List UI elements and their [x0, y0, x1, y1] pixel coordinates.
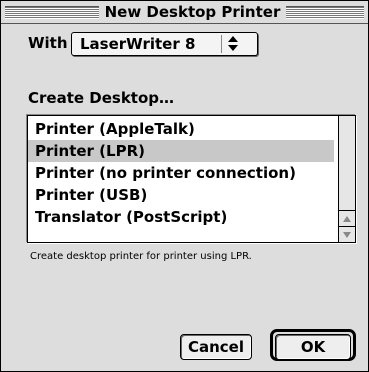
- printer-list[interactable]: Printer (AppleTalk) Printer (LPR) Printe…: [27, 115, 356, 243]
- with-label: With: [28, 34, 68, 52]
- list-scrollbar[interactable]: [338, 116, 355, 242]
- updown-arrows-icon: [227, 34, 239, 54]
- popup-divider: [221, 35, 222, 53]
- arrow-down-icon: [343, 232, 351, 238]
- list-item[interactable]: Printer (AppleTalk): [28, 118, 334, 140]
- create-desktop-label: Create Desktop…: [28, 89, 175, 107]
- list-item-selected[interactable]: Printer (LPR): [28, 140, 334, 162]
- scroll-down-button[interactable]: [339, 226, 355, 242]
- list-item[interactable]: Printer (USB): [28, 184, 334, 206]
- popup-value: LaserWriter 8: [80, 35, 196, 53]
- title-bar[interactable]: New Desktop Printer: [1, 1, 368, 24]
- dialog-window: New Desktop Printer With LaserWriter 8 C…: [0, 0, 369, 372]
- ok-button[interactable]: OK: [275, 334, 351, 360]
- list-item[interactable]: Printer (no printer connection): [28, 162, 334, 184]
- scroll-up-button[interactable]: [339, 210, 355, 226]
- title-stripes-right: [286, 6, 364, 19]
- cancel-button[interactable]: Cancel: [180, 334, 252, 360]
- window-title: New Desktop Printer: [99, 1, 286, 23]
- printer-type-popup[interactable]: LaserWriter 8: [71, 32, 258, 56]
- description-text: Create desktop printer for printer using…: [30, 251, 252, 262]
- list-item[interactable]: Translator (PostScript): [28, 206, 334, 228]
- title-stripes-left: [5, 6, 99, 19]
- arrow-up-icon: [343, 216, 351, 222]
